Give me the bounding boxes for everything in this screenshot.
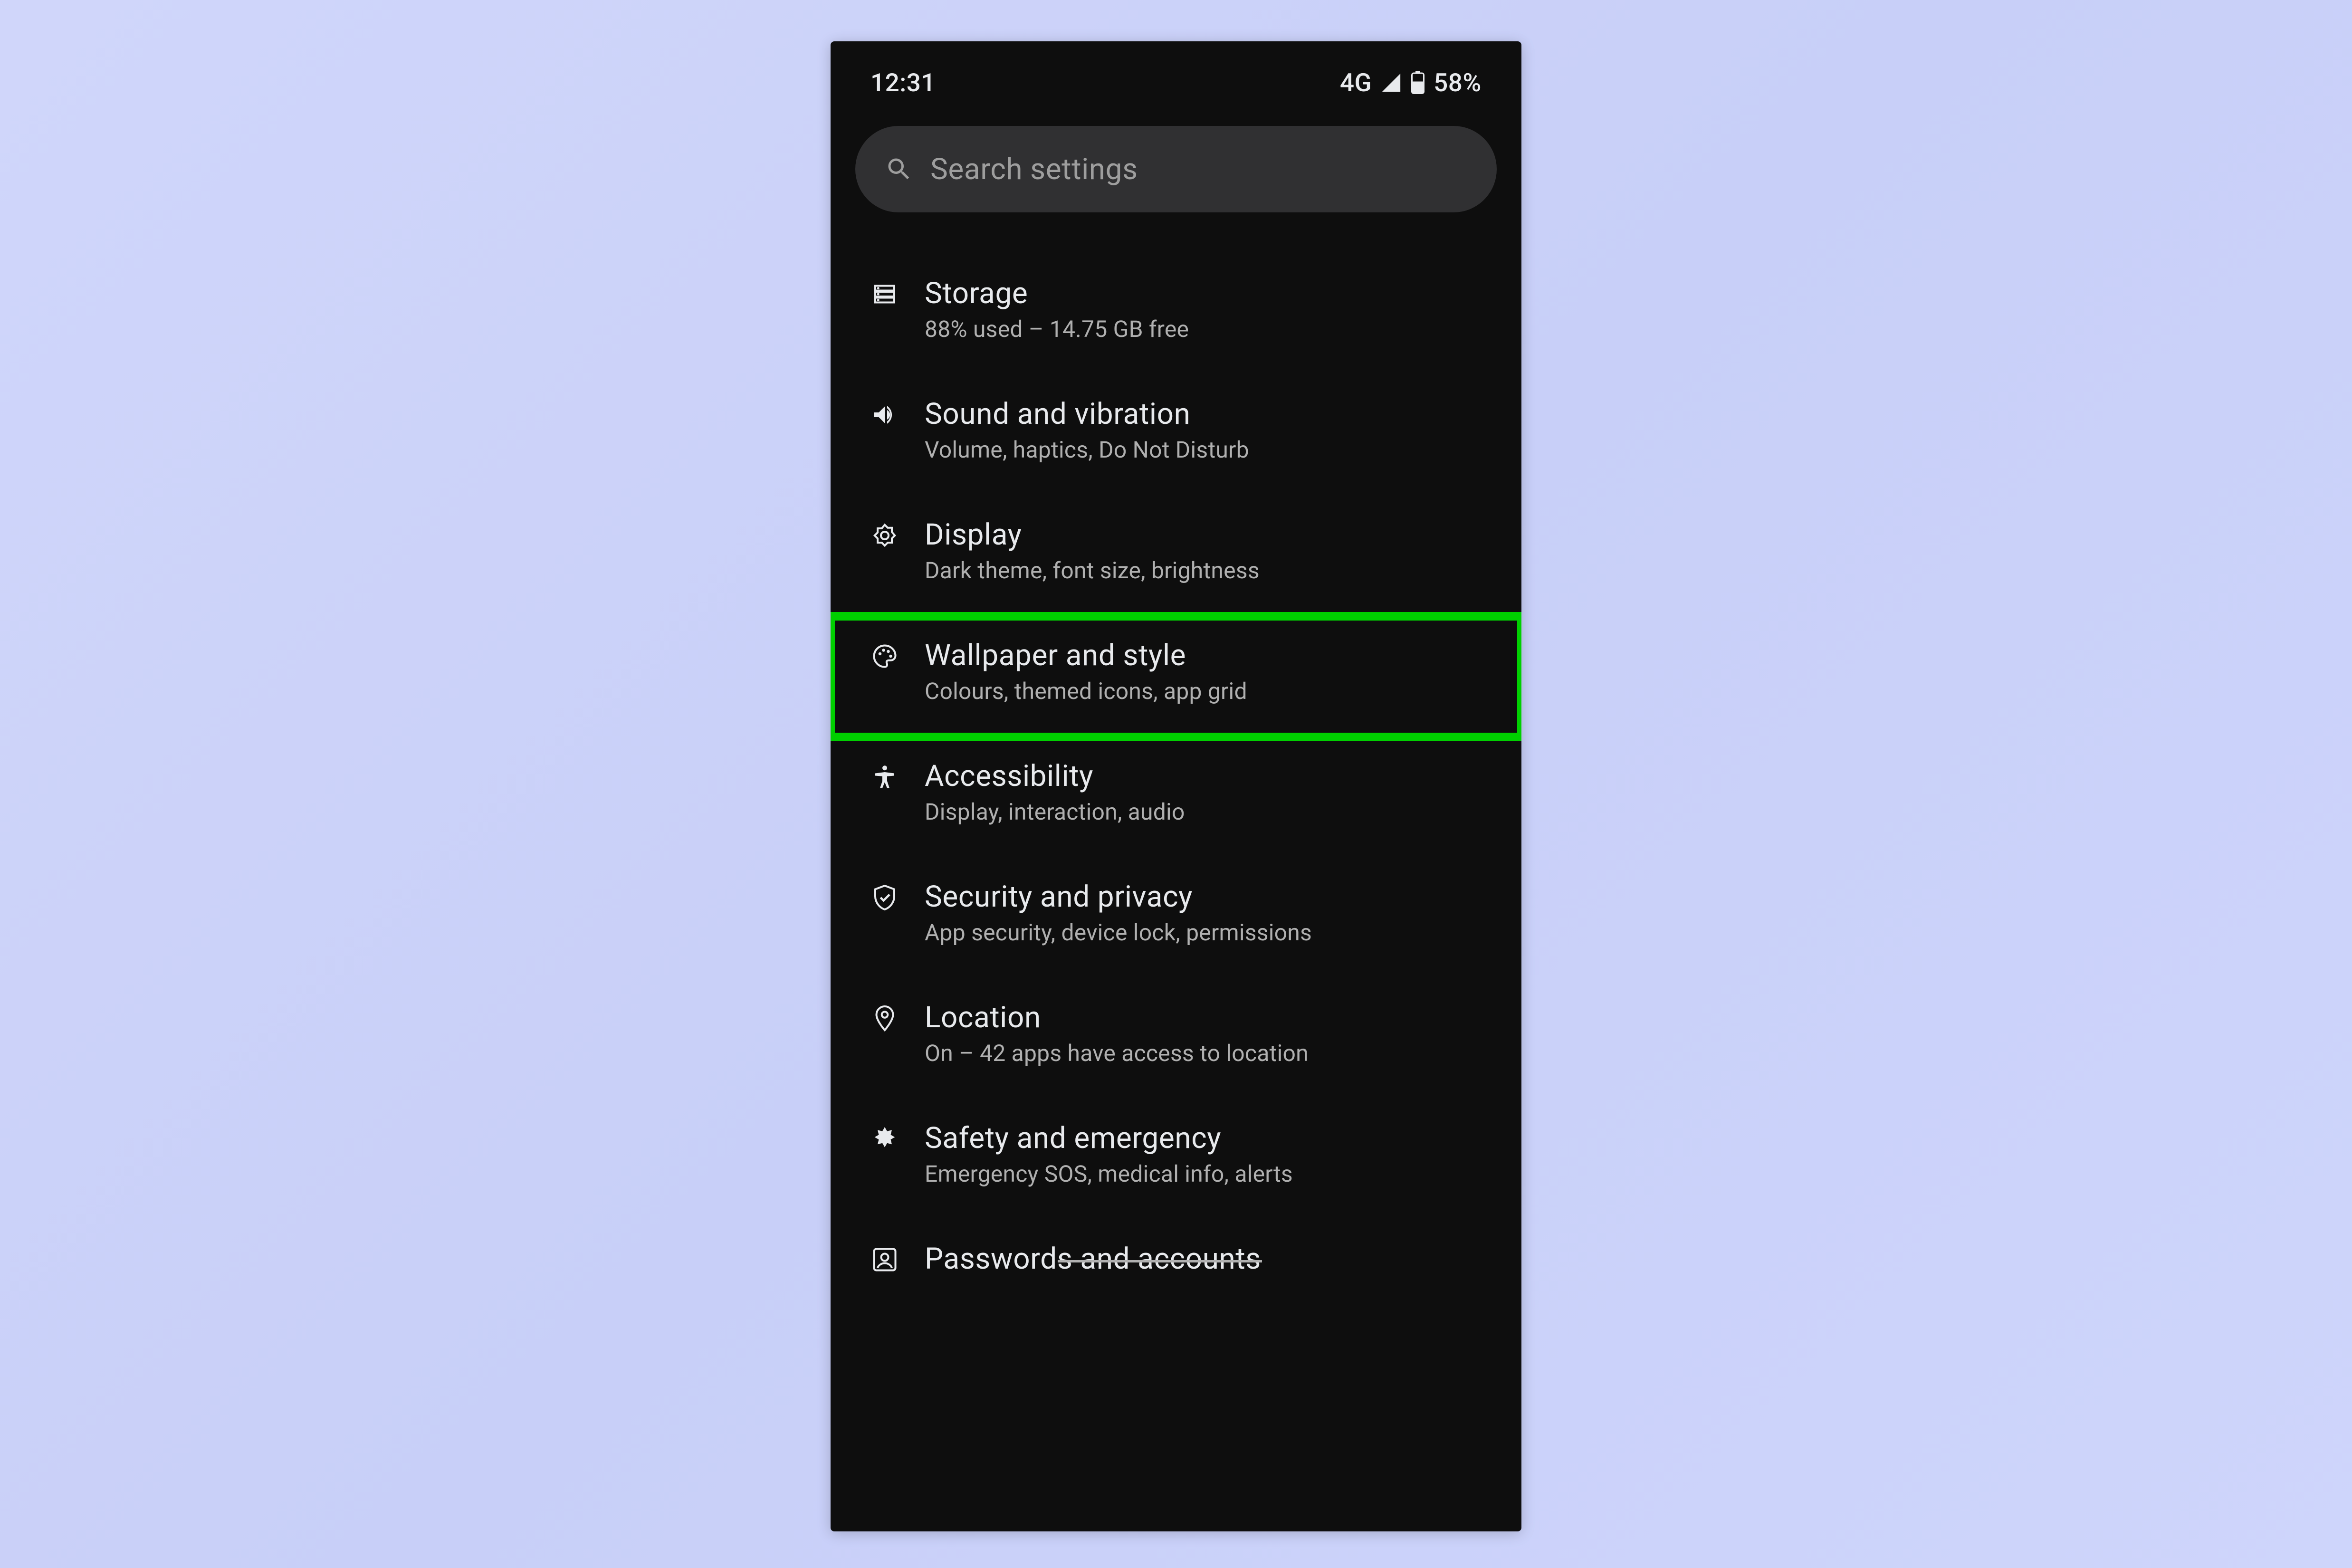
item-title: Passwords and accounts [925,1242,1491,1276]
item-title: Sound and vibration [925,397,1491,431]
settings-item-security[interactable]: Security and privacy App security, device… [831,858,1521,978]
item-title: Security and privacy [925,880,1491,914]
palette-icon [870,642,899,670]
item-title: Safety and emergency [925,1121,1491,1156]
search-placeholder: Search settings [930,152,1138,187]
settings-item-accessibility[interactable]: Accessibility Display, interaction, audio [831,737,1521,858]
item-sub: 88% used – 14.75 GB free [925,316,1491,343]
accessibility-icon [870,763,899,791]
settings-item-location[interactable]: Location On – 42 apps have access to loca… [831,978,1521,1099]
settings-item-display[interactable]: Display Dark theme, font size, brightness [831,496,1521,616]
signal-icon [1380,72,1402,94]
storage-icon [870,280,899,308]
shield-icon [870,883,899,912]
location-icon [870,1004,899,1033]
brightness-icon [870,521,899,550]
item-sub: Colours, themed icons, app grid [925,678,1491,705]
settings-item-wallpaper[interactable]: Wallpaper and style Colours, themed icons… [831,616,1521,737]
settings-item-passwords[interactable]: Passwords and accounts [831,1220,1521,1340]
item-sub: Dark theme, font size, brightness [925,557,1491,584]
strike-overlay [1058,1260,1262,1262]
sound-icon [870,401,899,429]
item-sub: Volume, haptics, Do Not Disturb [925,436,1491,463]
item-title: Accessibility [925,759,1491,794]
item-title: Storage [925,276,1491,311]
settings-list: Storage 88% used – 14.75 GB free Sound an… [831,254,1521,1340]
settings-item-sound[interactable]: Sound and vibration Volume, haptics, Do N… [831,375,1521,496]
settings-item-safety[interactable]: Safety and emergency Emergency SOS, medic… [831,1099,1521,1220]
battery-label: 58% [1434,68,1482,97]
item-sub: App security, device lock, permissions [925,919,1491,946]
item-title: Display [925,517,1491,552]
settings-item-storage[interactable]: Storage 88% used – 14.75 GB free [831,254,1521,375]
network-label: 4G [1340,68,1372,97]
phone-frame: 12:31 4G 58% Search settings Storage 88% … [831,41,1521,1531]
emergency-icon [870,1125,899,1153]
item-sub: Emergency SOS, medical info, alerts [925,1160,1491,1187]
status-right: 4G 58% [1340,68,1482,97]
search-icon [885,155,913,183]
item-sub: Display, interaction, audio [925,798,1491,825]
item-title: Wallpaper and style [925,638,1491,673]
battery-icon [1411,71,1425,95]
account-icon [870,1245,899,1274]
item-sub: On – 42 apps have access to location [925,1040,1491,1067]
status-time: 12:31 [870,68,936,97]
item-title: Location [925,1000,1491,1035]
search-settings[interactable]: Search settings [855,126,1497,212]
status-bar: 12:31 4G 58% [831,41,1521,107]
